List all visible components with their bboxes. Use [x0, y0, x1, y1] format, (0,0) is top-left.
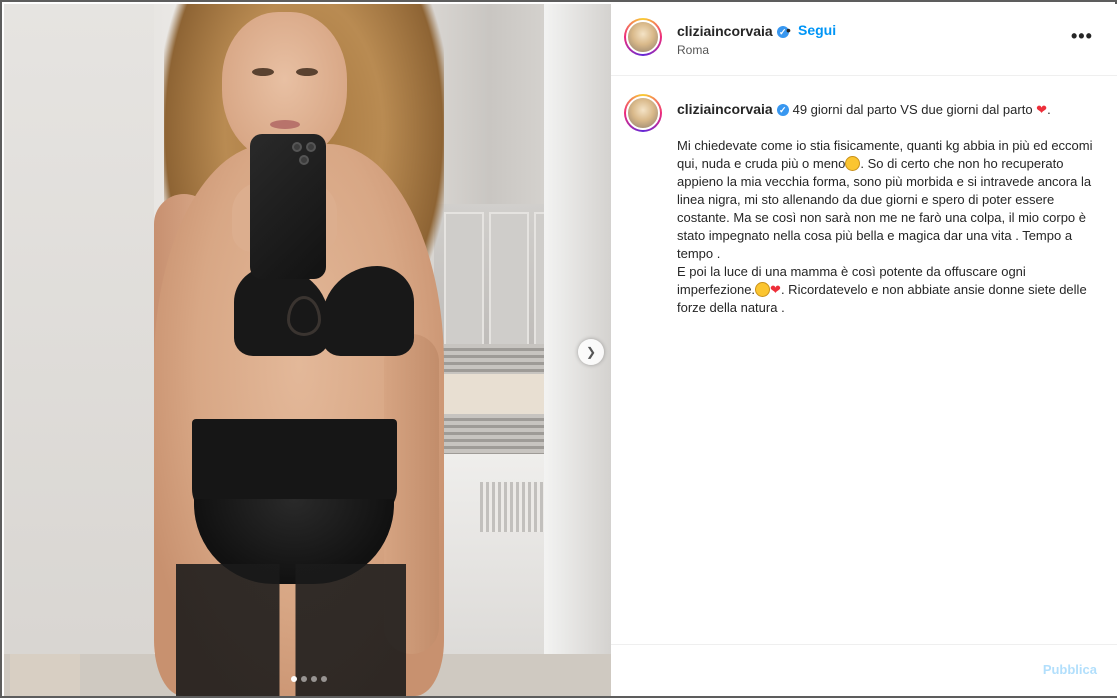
more-options-icon[interactable]: ••• — [1071, 26, 1093, 47]
chevron-right-icon[interactable]: ❯ — [578, 339, 604, 365]
red-heart-icon: ❤ — [1036, 102, 1048, 117]
photo-smartphone — [250, 134, 326, 279]
caption-username-link[interactable]: cliziaincorvaia ✓ — [677, 101, 793, 117]
carousel-dot — [301, 676, 307, 682]
smiling-emoji-icon — [755, 282, 771, 297]
caption-username-text[interactable]: cliziaincorvaia — [677, 101, 773, 117]
publish-button[interactable]: Pubblica — [1043, 662, 1097, 677]
red-heart-icon: ❤ — [770, 282, 781, 297]
post-caption: cliziaincorvaia ✓ 49 giorni dal parto VS … — [677, 100, 1102, 317]
caption-second-paragraph: Mi chiedevate come io stia fisicamente, … — [677, 137, 1102, 317]
caption-text: . — [1047, 102, 1051, 117]
caption-avatar[interactable] — [624, 94, 662, 132]
username-text[interactable]: cliziaincorvaia — [677, 23, 773, 39]
carousel-dot — [291, 676, 297, 682]
post-header: cliziaincorvaia ✓ • Segui Roma ••• — [611, 4, 1117, 76]
carousel-indicator — [291, 676, 327, 682]
carousel-dot — [321, 676, 327, 682]
separator-dot: • — [786, 22, 791, 38]
photo-tattoo — [287, 296, 321, 336]
background-box — [10, 654, 80, 696]
username-link[interactable]: cliziaincorvaia ✓ — [677, 23, 789, 39]
caption-first-paragraph: cliziaincorvaia ✓ 49 giorni dal parto VS … — [677, 100, 1102, 119]
caption-text: 49 giorni dal parto VS due giorni dal pa… — [792, 102, 1037, 117]
post-media[interactable]: ❯ — [4, 4, 611, 696]
verified-badge-icon: ✓ — [776, 104, 789, 116]
avatar[interactable] — [624, 18, 662, 56]
grinning-emoji-icon — [845, 156, 861, 171]
caption-text: . So di certo che non ho recuperato appi… — [677, 156, 1092, 261]
location-link[interactable]: Roma — [677, 43, 709, 57]
comment-composer: Pubblica — [611, 644, 1117, 696]
post-sidebar: cliziaincorvaia ✓ • Segui Roma ••• clizia… — [611, 4, 1117, 696]
background-wall — [4, 4, 154, 696]
follow-button[interactable]: Segui — [798, 22, 836, 38]
carousel-dot — [311, 676, 317, 682]
post-modal: ❯ cliziaincorvaia ✓ • Segui Roma ••• cliz… — [0, 0, 1117, 698]
